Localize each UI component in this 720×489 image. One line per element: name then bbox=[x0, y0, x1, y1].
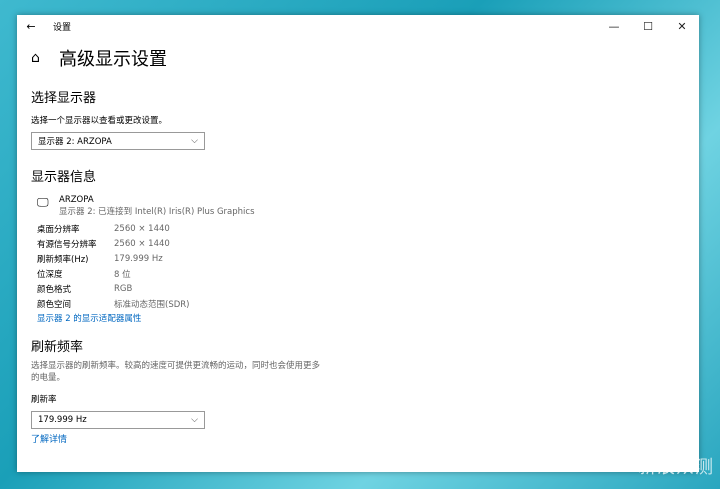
settings-window: ← 设置 — ☐ ✕ ⌂ 高级显示设置 选择显示器 选择一个显示器以查看或更改设… bbox=[17, 15, 699, 472]
info-key: 有源信号分辨率 bbox=[37, 239, 97, 250]
refresh-rate-heading: 刷新频率 bbox=[31, 340, 84, 355]
display-info-heading: 显示器信息 bbox=[31, 170, 97, 185]
info-row: 颜色格式 RGB bbox=[37, 281, 685, 296]
info-key: 桌面分辨率 bbox=[37, 224, 80, 235]
monitor-icon: 🖵 bbox=[37, 195, 49, 209]
window-title: 设置 bbox=[53, 22, 72, 33]
info-value: RGB bbox=[114, 283, 133, 294]
info-value: 2560 × 1440 bbox=[114, 238, 170, 249]
display-select[interactable]: 显示器 2: ARZOPA ⌵ bbox=[31, 132, 205, 150]
back-button[interactable]: ← bbox=[17, 20, 45, 33]
info-row: 颜色空间 标准动态范围(SDR) bbox=[37, 296, 685, 311]
select-display-label: 选择一个显示器以查看或更改设置。 bbox=[31, 116, 168, 126]
title-bar: ← 设置 — ☐ ✕ bbox=[17, 15, 699, 37]
monitor-connection: 显示器 2: 已连接到 Intel(R) Iris(R) Plus Graphi… bbox=[59, 207, 255, 217]
refresh-rate-label: 刷新率 bbox=[31, 395, 57, 405]
info-row: 桌面分辨率 2560 × 1440 bbox=[37, 221, 685, 236]
refresh-rate-select[interactable]: 179.999 Hz ⌵ bbox=[31, 411, 205, 429]
chevron-down-icon: ⌵ bbox=[191, 136, 198, 146]
info-row: 有源信号分辨率 2560 × 1440 bbox=[37, 236, 685, 251]
info-key: 颜色格式 bbox=[37, 284, 72, 295]
chevron-down-icon: ⌵ bbox=[191, 415, 198, 425]
refresh-rate-value: 179.999 Hz bbox=[38, 415, 87, 425]
maximize-button[interactable]: ☐ bbox=[631, 20, 665, 33]
info-value: 179.999 Hz bbox=[114, 253, 163, 264]
info-value: 8 位 bbox=[114, 269, 131, 280]
info-value: 2560 × 1440 bbox=[114, 223, 170, 234]
info-row: 位深度 8 位 bbox=[37, 266, 685, 281]
info-value: 标准动态范围(SDR) bbox=[114, 299, 190, 310]
minimize-button[interactable]: — bbox=[597, 20, 631, 33]
select-display-heading: 选择显示器 bbox=[31, 91, 97, 106]
info-key: 颜色空间 bbox=[37, 299, 72, 310]
refresh-rate-description: 选择显示器的刷新频率。较高的速度可提供更流畅的运动，同时也会使用更多的电量。 bbox=[31, 361, 321, 383]
info-row: 刷新频率(Hz) 179.999 Hz bbox=[37, 251, 685, 266]
close-button[interactable]: ✕ bbox=[665, 20, 699, 33]
display-select-value: 显示器 2: ARZOPA bbox=[38, 137, 112, 147]
adapter-properties-link[interactable]: 显示器 2 的显示适配器属性 bbox=[37, 312, 685, 324]
info-key: 位深度 bbox=[37, 269, 63, 280]
monitor-name: ARZOPA bbox=[59, 195, 94, 205]
home-icon[interactable]: ⌂ bbox=[31, 50, 53, 66]
info-key: 刷新频率(Hz) bbox=[37, 254, 89, 265]
watermark-logo: 新浪众测 bbox=[638, 457, 714, 478]
page-title: 高级显示设置 bbox=[59, 49, 167, 70]
learn-more-link[interactable]: 了解详情 bbox=[31, 434, 685, 446]
